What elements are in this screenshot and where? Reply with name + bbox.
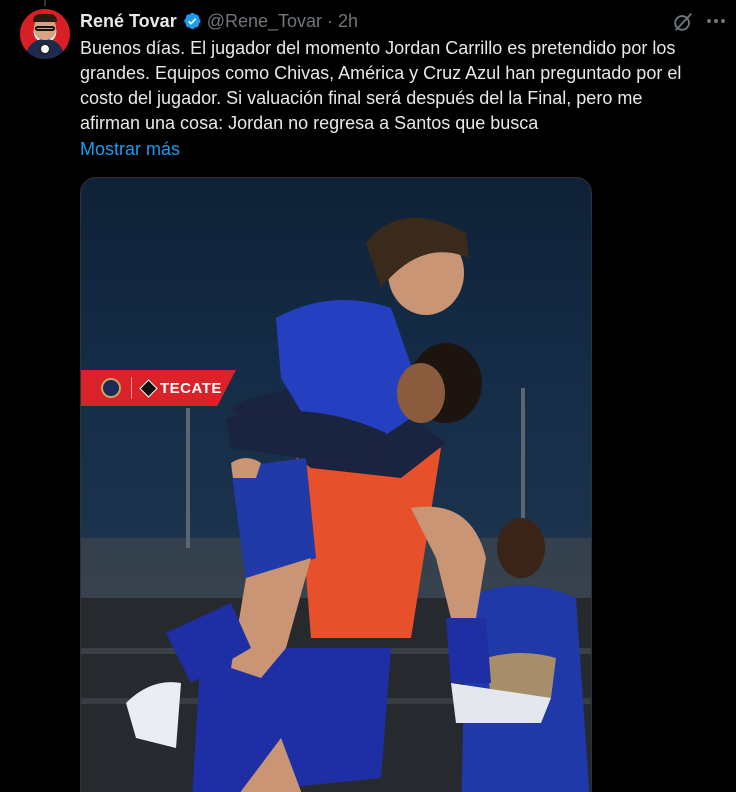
sponsor-logo: TECATE xyxy=(139,378,222,398)
more-dots-icon[interactable] xyxy=(704,9,728,33)
sponsor-text: TECATE xyxy=(160,379,222,397)
club-crest-icon xyxy=(101,378,121,398)
photo-illustration xyxy=(81,217,591,792)
grok-icon[interactable] xyxy=(672,11,694,33)
sponsor-banner: TECATE xyxy=(81,370,236,406)
author-handle[interactable]: @Rene_Tovar xyxy=(207,11,322,32)
avatar[interactable] xyxy=(20,9,70,59)
show-more-link[interactable]: Mostrar más xyxy=(80,137,180,162)
tweet-photo[interactable]: TECATE xyxy=(80,177,592,792)
tweet-header: René Tovar @Rene_Tovar · 2h xyxy=(80,9,358,33)
separator-dot: · xyxy=(327,10,334,31)
tweet-card[interactable]: René Tovar @Rene_Tovar · 2h Buenos días.… xyxy=(0,0,736,792)
tecate-logo-icon xyxy=(139,378,158,398)
tweet-timestamp[interactable]: 2h xyxy=(338,11,358,32)
thread-line xyxy=(44,0,46,6)
verified-badge-icon[interactable] xyxy=(182,11,202,31)
author-name[interactable]: René Tovar xyxy=(80,11,177,32)
tweet-text: Buenos días. El jugador del momento Jord… xyxy=(80,38,682,133)
